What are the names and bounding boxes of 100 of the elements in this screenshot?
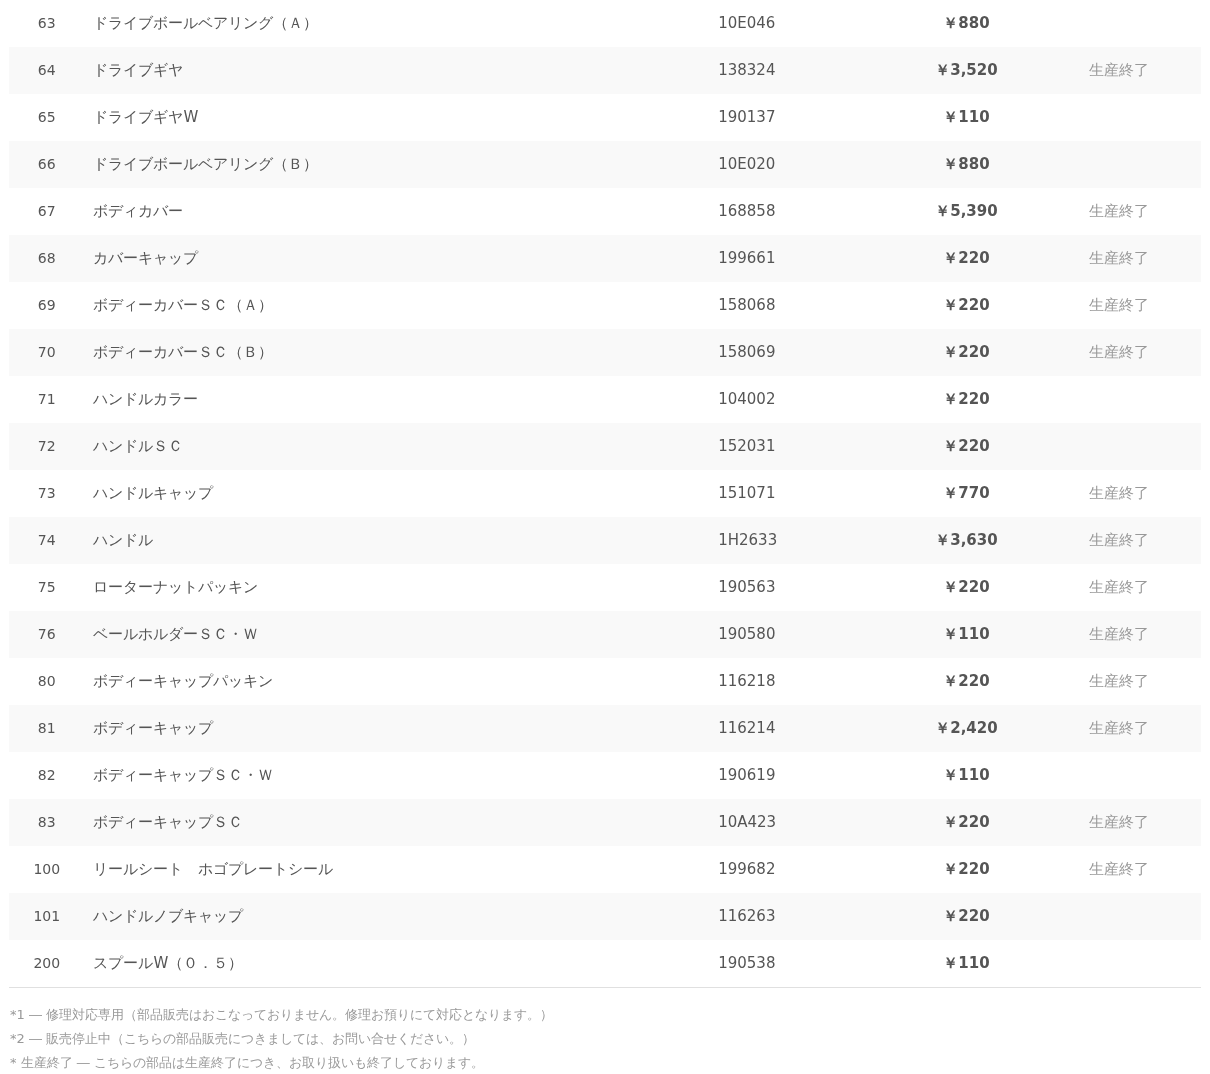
status-label: 生産終了	[1088, 296, 1149, 315]
part-code: 190563	[718, 578, 776, 597]
part-code: 190538	[718, 954, 776, 973]
part-name: リールシート ホゴプレートシール	[93, 860, 334, 879]
part-name: ボディーキャップパッキン	[93, 672, 274, 691]
part-number: 82	[37, 767, 56, 783]
status-label: 生産終了	[1088, 625, 1149, 644]
price: ￥220	[943, 860, 990, 879]
price: ￥110	[943, 108, 990, 127]
price: ￥3,520	[935, 61, 998, 80]
part-name: ボディーカバーＳＣ（Ｂ）	[93, 343, 274, 362]
status-label: 生産終了	[1088, 719, 1149, 738]
price: ￥220	[943, 437, 990, 456]
price: ￥110	[943, 766, 990, 785]
part-number: 71	[37, 391, 56, 407]
part-name: スプールW（０．５）	[93, 954, 244, 973]
part-code: 10A423	[718, 813, 777, 832]
part-number: 83	[37, 814, 56, 830]
part-number: 76	[37, 626, 56, 642]
part-number: 101	[33, 908, 61, 924]
part-name: ボディカバー	[93, 202, 184, 221]
status-label: 生産終了	[1088, 531, 1149, 550]
status-label: 生産終了	[1088, 343, 1149, 362]
price: ￥5,390	[935, 202, 998, 221]
part-code: 158069	[718, 343, 776, 362]
part-name: ボディーカバーＳＣ（Ａ）	[93, 296, 274, 315]
status-label: 生産終了	[1088, 61, 1149, 80]
part-name: ボディーキャップＳＣ	[93, 813, 244, 832]
price: ￥880	[943, 155, 990, 174]
part-number: 81	[37, 720, 56, 736]
part-code: 168858	[718, 202, 776, 221]
part-number: 80	[37, 673, 56, 689]
part-name: ハンドル	[93, 531, 154, 550]
part-number: 100	[33, 861, 61, 877]
part-name: ハンドルＳＣ	[93, 437, 184, 456]
price: ￥2,420	[935, 719, 998, 738]
part-number: 200	[33, 955, 61, 971]
part-name: ベールホルダーＳＣ・Ｗ	[93, 625, 259, 644]
footnote: *2 ― 販売停止中（こちらの部品販売につきましては、お問い合せください。）	[10, 1030, 477, 1048]
part-number: 69	[37, 297, 56, 313]
status-label: 生産終了	[1088, 860, 1149, 879]
status-label: 生産終了	[1088, 578, 1149, 597]
price: ￥220	[943, 672, 990, 691]
price: ￥3,630	[935, 531, 998, 550]
part-code: 151071	[718, 484, 776, 503]
part-code: 116218	[718, 672, 776, 691]
part-name: ドライブボールベアリング（Ｂ）	[93, 155, 319, 174]
part-code: 138324	[718, 61, 776, 80]
part-name: ドライブギヤW	[93, 108, 199, 127]
part-code: 158068	[718, 296, 776, 315]
status-label: 生産終了	[1088, 484, 1149, 503]
part-name: ハンドルノブキャップ	[93, 907, 244, 926]
part-number: 73	[37, 485, 56, 501]
part-number: 74	[37, 532, 56, 548]
part-name: ドライブギヤ	[93, 61, 184, 80]
part-name: ボディーキャップ	[93, 719, 214, 738]
part-code: 10E046	[718, 14, 776, 33]
part-code: 1H2633	[718, 531, 778, 550]
part-name: ハンドルカラー	[93, 390, 199, 409]
status-label: 生産終了	[1088, 249, 1149, 268]
part-number: 72	[37, 438, 56, 454]
price: ￥110	[943, 625, 990, 644]
part-number: 65	[37, 109, 56, 125]
part-code: 10E020	[718, 155, 776, 174]
part-name: ローターナットパッキン	[93, 578, 259, 597]
price: ￥220	[943, 343, 990, 362]
price: ￥880	[943, 14, 990, 33]
part-code: 190580	[718, 625, 776, 644]
part-number: 67	[37, 203, 56, 219]
part-number: 75	[37, 579, 56, 595]
part-name: ドライブボールベアリング（Ａ）	[93, 14, 319, 33]
part-number: 63	[37, 15, 56, 31]
part-number: 68	[37, 250, 56, 266]
part-code: 190137	[718, 108, 776, 127]
price: ￥110	[943, 954, 990, 973]
footnote: *1 ― 修理対応専用（部品販売はおこなっておりません。修理お預りにて対応となります。）	[10, 1006, 555, 1024]
part-name: ハンドルキャップ	[93, 484, 214, 503]
status-label: 生産終了	[1088, 202, 1149, 221]
price: ￥220	[943, 578, 990, 597]
part-number: 66	[37, 156, 56, 172]
price: ￥220	[943, 813, 990, 832]
status-label: 生産終了	[1088, 813, 1149, 832]
part-code: 190619	[718, 766, 776, 785]
part-code: 116263	[718, 907, 776, 926]
part-code: 152031	[718, 437, 776, 456]
footnote: * 生産終了 ― こちらの部品は生産終了につき、お取り扱いも終了しております。	[10, 1054, 485, 1072]
part-code: 116214	[718, 719, 776, 738]
price: ￥220	[943, 296, 990, 315]
part-name: カバーキャップ	[93, 249, 199, 268]
part-code: 199682	[718, 860, 776, 879]
price: ￥770	[943, 484, 990, 503]
price: ￥220	[943, 390, 990, 409]
part-number: 64	[37, 62, 56, 78]
status-label: 生産終了	[1088, 672, 1149, 691]
part-number: 70	[37, 344, 56, 360]
part-code: 104002	[718, 390, 776, 409]
part-code: 199661	[718, 249, 776, 268]
price: ￥220	[943, 249, 990, 268]
price: ￥220	[943, 907, 990, 926]
part-name: ボディーキャップＳＣ・Ｗ	[93, 766, 274, 785]
